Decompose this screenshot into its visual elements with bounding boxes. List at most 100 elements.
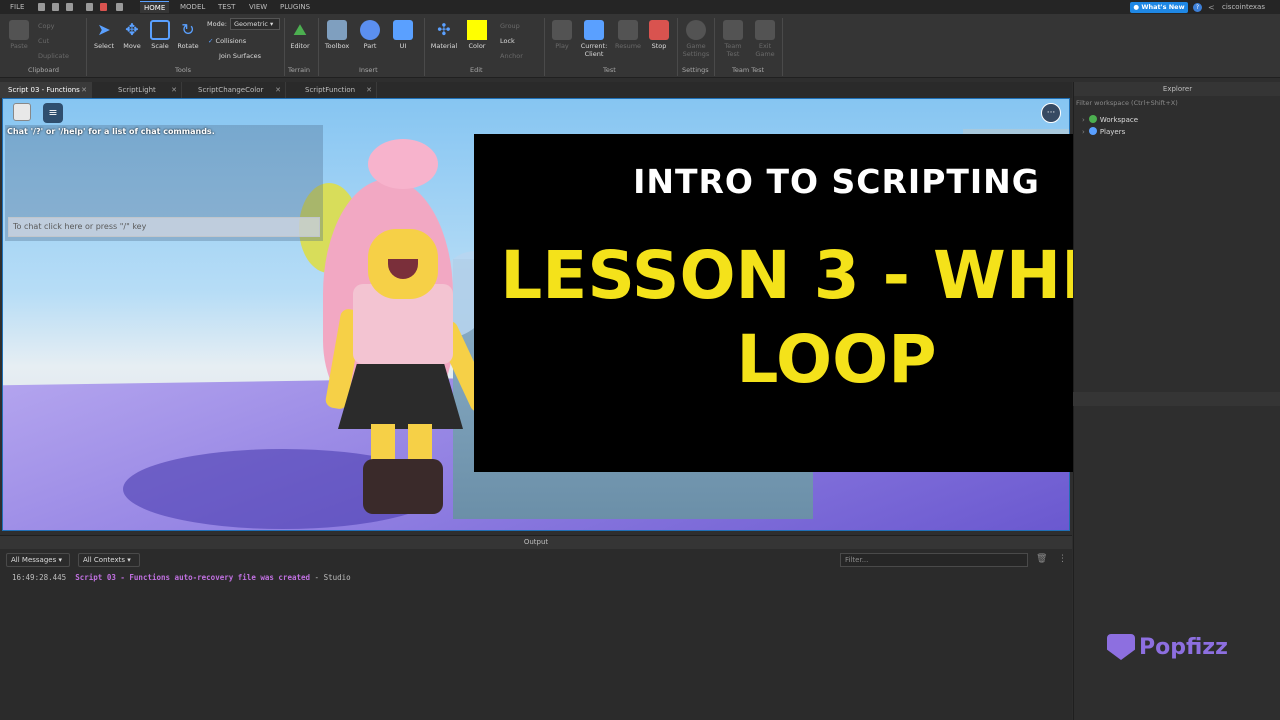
whats-new-label: What's New: [1141, 3, 1185, 11]
terrain-editor-button[interactable]: ⛰ Editor: [283, 20, 317, 50]
avatar-plush-hat: [368, 139, 438, 189]
open-file-icon[interactable]: [52, 3, 59, 11]
lock-button[interactable]: Lock: [500, 37, 515, 45]
menu-bar: FILE HOME MODEL TEST VIEW PLUGINS ● What…: [0, 0, 1280, 14]
tab-plugins[interactable]: PLUGINS: [276, 1, 314, 13]
ribbon-toolbar: Paste Copy Cut Duplicate Clipboard ➤ Sel…: [0, 14, 1280, 78]
play-icon[interactable]: [86, 3, 93, 11]
tools-group-label: Tools: [175, 66, 192, 74]
tab-model[interactable]: MODEL: [176, 1, 209, 13]
ribbon-divider: [318, 18, 319, 76]
terrain-group-label: Terrain: [288, 66, 311, 74]
collisions-toggle[interactable]: ✓ Collisions: [208, 37, 246, 45]
rotate-button[interactable]: ↻ Rotate: [171, 20, 205, 50]
toolbox-label: Toolbox: [324, 42, 350, 50]
messages-filter-dropdown[interactable]: All Messages ▾: [6, 553, 70, 567]
team-test-button[interactable]: Team Test: [716, 20, 750, 58]
exit-game-button[interactable]: Exit Game: [748, 20, 782, 58]
terrain-icon: ⛰: [293, 20, 307, 39]
tab-test[interactable]: TEST: [214, 1, 239, 13]
material-button[interactable]: ✣ Material: [427, 20, 461, 50]
tab-label: ScriptChangeColor: [198, 86, 264, 94]
trash-icon[interactable]: 🗑: [1036, 554, 1047, 564]
join-surfaces-toggle[interactable]: Join Surfaces: [219, 52, 261, 60]
copy-button[interactable]: Copy: [38, 22, 55, 30]
tab-label: Script 03 - Functions: [8, 86, 80, 94]
close-icon[interactable]: ✕: [81, 82, 87, 98]
tab-script-03-functions[interactable]: Script 03 - Functions ✕: [0, 82, 92, 98]
paste-button[interactable]: Paste: [2, 20, 36, 50]
explorer-filter-input[interactable]: Filter workspace (Ctrl+Shift+X): [1076, 98, 1276, 109]
color-label: Color: [468, 42, 486, 50]
anchor-button[interactable]: Anchor: [500, 52, 523, 60]
group-button[interactable]: Group: [500, 22, 520, 30]
tab-scriptchangecolor[interactable]: ScriptChangeColor ✕: [190, 82, 286, 98]
log-separator: -: [310, 573, 324, 582]
more-vertical-icon[interactable]: ⋮: [1058, 554, 1067, 564]
cut-button[interactable]: Cut: [38, 37, 49, 45]
share-icon[interactable]: <: [1208, 3, 1217, 12]
team-test-label-2: Test: [726, 50, 740, 58]
resume-button[interactable]: Resume: [611, 20, 645, 50]
workspace-icon: [1088, 115, 1097, 123]
more-options-icon[interactable]: ···: [1041, 103, 1061, 123]
play-icon: [552, 20, 572, 40]
duplicate-button[interactable]: Duplicate: [38, 52, 69, 60]
mode-dropdown[interactable]: Geometric ▾: [230, 18, 280, 30]
roblox-menu-icon[interactable]: [13, 103, 31, 121]
close-icon[interactable]: ✕: [171, 82, 177, 98]
tree-item-workspace[interactable]: › Workspace: [1082, 114, 1138, 126]
stop-button[interactable]: Stop: [642, 20, 676, 50]
toolbox-button[interactable]: Toolbox: [320, 20, 354, 50]
play-button[interactable]: Play: [545, 20, 579, 50]
chevron-right-icon[interactable]: ›: [1082, 116, 1085, 124]
tab-label: ScriptFunction: [305, 86, 356, 94]
username[interactable]: ciscointexas: [1222, 1, 1265, 13]
tree-item-players[interactable]: › Players: [1082, 126, 1125, 138]
close-icon[interactable]: ✕: [366, 82, 372, 98]
new-file-icon[interactable]: [38, 3, 45, 11]
tab-view[interactable]: VIEW: [245, 1, 271, 13]
move-label: Move: [123, 42, 141, 50]
chat-toggle-icon[interactable]: ≡: [43, 103, 63, 123]
ui-label: UI: [399, 42, 407, 50]
whats-new-button[interactable]: ● What's New: [1130, 2, 1188, 13]
chevron-right-icon[interactable]: ›: [1082, 128, 1085, 136]
players-icon: [1088, 127, 1097, 135]
team-test-group-label: Team Test: [732, 66, 765, 74]
current-client-button[interactable]: Current: Client: [577, 20, 611, 58]
color-button[interactable]: Color: [460, 20, 494, 50]
game-settings-button[interactable]: Game Settings: [679, 20, 713, 58]
chat-input[interactable]: To chat click here or press "/" key: [8, 217, 320, 237]
contexts-filter-value: All Contexts: [83, 556, 125, 564]
tab-scriptfunction[interactable]: ScriptFunction ✕: [297, 82, 377, 98]
material-icon: ✣: [437, 20, 451, 39]
undo-icon[interactable]: [116, 3, 123, 11]
log-message: Script 03 - Functions auto-recovery file…: [75, 573, 311, 582]
mode-label: Mode:: [207, 20, 227, 28]
ui-button[interactable]: UI: [386, 20, 420, 50]
stop-icon[interactable]: [100, 3, 107, 11]
close-icon[interactable]: ✕: [275, 82, 281, 98]
part-button[interactable]: Part: [353, 20, 387, 50]
rotate-icon: ↻: [181, 20, 195, 39]
tab-scriptlight[interactable]: ScriptLight ✕: [110, 82, 182, 98]
help-icon[interactable]: ?: [1193, 3, 1202, 12]
file-menu[interactable]: FILE: [6, 1, 28, 13]
avatar-skirt: [338, 364, 463, 429]
team-icon: [723, 20, 743, 40]
exit-game-label-1: Exit: [758, 42, 772, 50]
avatar-boots: [363, 459, 443, 514]
exit-game-label-2: Game: [755, 50, 775, 58]
output-filter-input[interactable]: Filter...: [840, 553, 1028, 567]
move-icon: ✥: [125, 20, 139, 39]
tab-home[interactable]: HOME: [140, 1, 170, 13]
play-label: Play: [555, 42, 569, 50]
messages-filter-value: All Messages: [11, 556, 57, 564]
popfizz-wordmark: Popfizz: [1139, 634, 1228, 660]
redo-icon[interactable]: [66, 3, 73, 11]
contexts-filter-dropdown[interactable]: All Contexts ▾: [78, 553, 140, 567]
rotate-label: Rotate: [177, 42, 199, 50]
cursor-icon: ➤: [97, 20, 111, 39]
chat-message: Chat '/?' or '/help' for a list of chat …: [7, 127, 215, 136]
